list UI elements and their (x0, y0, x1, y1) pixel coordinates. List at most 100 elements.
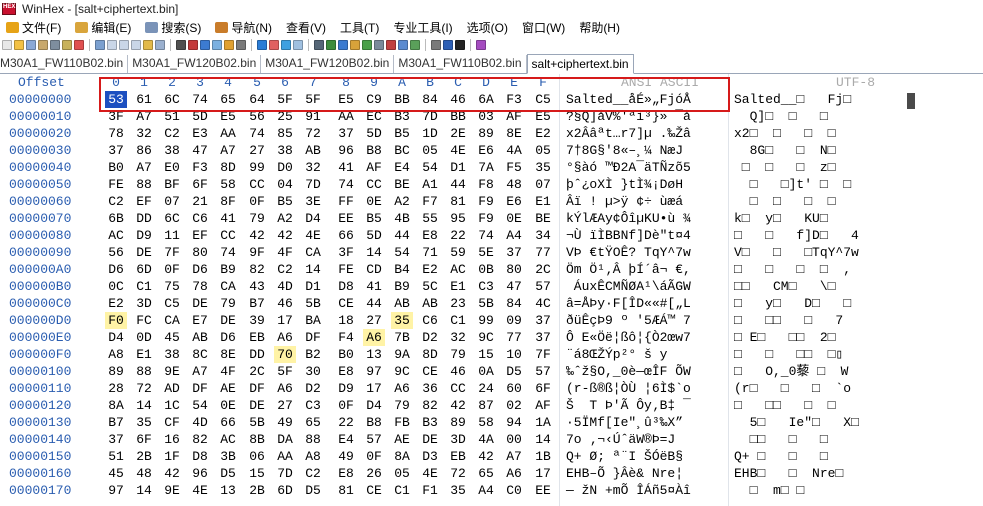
hex-byte[interactable]: 59 (447, 244, 469, 261)
hex-byte[interactable]: DE (246, 397, 268, 414)
hex-byte[interactable]: 8C (189, 346, 211, 363)
hex-byte[interactable]: F3 (189, 159, 211, 176)
hex-byte[interactable]: D4 (105, 329, 127, 346)
hex-byte[interactable]: 36 (419, 380, 441, 397)
hex-byte[interactable]: 4E (447, 142, 469, 159)
hex-byte[interactable]: 32 (302, 159, 324, 176)
hex-byte[interactable]: 60 (503, 380, 525, 397)
hex-byte[interactable]: B8 (363, 414, 385, 431)
hex-byte[interactable]: 7F (161, 244, 183, 261)
hex-byte[interactable]: A8 (302, 448, 324, 465)
hex-byte[interactable]: B4 (391, 261, 413, 278)
tab-active-file[interactable]: salt+ciphertext.bin (526, 54, 634, 74)
hex-byte[interactable]: B9 (391, 278, 413, 295)
hex-byte[interactable]: C6 (189, 210, 211, 227)
hex-byte[interactable]: B0 (335, 346, 357, 363)
hex-byte[interactable]: C5 (161, 295, 183, 312)
hex-byte[interactable]: 9F (246, 244, 268, 261)
utf8-text[interactable]: Q]□ □ □ (734, 108, 828, 125)
utf8-text[interactable]: □ E□ □□ 2□ (734, 329, 835, 346)
hex-byte[interactable]: 79 (391, 397, 413, 414)
hex-byte[interactable]: 42 (246, 227, 268, 244)
hex-byte[interactable]: D9 (335, 380, 357, 397)
utf8-text[interactable]: V□ □ □TqY^7w (734, 244, 859, 261)
utf8-text[interactable]: □ □ □ □ (734, 193, 836, 210)
ansi-text[interactable]: — žN +mÕ ÎÁñ5¤Àî (566, 482, 691, 499)
ansi-text[interactable]: VÞ €tŸOÊ? TqY^7w (566, 244, 691, 261)
hex-byte[interactable]: 07 (532, 176, 554, 193)
tab-file[interactable]: M30A1_FW110B02.bin (0, 55, 129, 73)
hex-byte[interactable]: B5 (391, 125, 413, 142)
hex-byte[interactable]: A7 (133, 159, 155, 176)
ansi-text[interactable]: (r-ß®ß¦ÒÙ ¦6Ì$`o (566, 380, 691, 397)
hex-byte[interactable]: D6 (105, 261, 127, 278)
hex-byte[interactable]: D9 (133, 227, 155, 244)
hex-byte[interactable]: 72 (302, 125, 324, 142)
hex-byte[interactable]: DA (274, 431, 296, 448)
hex-byte[interactable]: CC (246, 176, 268, 193)
hex-byte[interactable]: E2 (532, 125, 554, 142)
hex-byte[interactable]: 16 (161, 431, 183, 448)
hex-byte[interactable]: 8E (503, 125, 525, 142)
hex-byte[interactable]: 26 (363, 465, 385, 482)
hex-byte[interactable]: 66 (217, 414, 239, 431)
hex-byte[interactable]: 23 (447, 295, 469, 312)
ansi-text[interactable]: ¬Ù ïÌBBNf]Dè"t¤4 (566, 227, 691, 244)
hex-byte[interactable]: CA (161, 312, 183, 329)
hex-byte[interactable]: D4 (363, 397, 385, 414)
hex-byte[interactable]: 32 (133, 125, 155, 142)
hex-byte[interactable]: 79 (246, 210, 268, 227)
hex-byte[interactable]: DE (217, 312, 239, 329)
hex-byte[interactable]: C3 (475, 278, 497, 295)
hex-byte[interactable]: E6 (475, 142, 497, 159)
hex-byte[interactable]: 81 (447, 193, 469, 210)
toolbar-button-icon[interactable] (107, 40, 117, 50)
hex-byte[interactable]: CA (302, 244, 324, 261)
hex-byte[interactable]: E6 (503, 193, 525, 210)
hex-byte[interactable]: 74 (217, 244, 239, 261)
hex-byte[interactable]: 0B (475, 261, 497, 278)
hex-byte[interactable]: 7B (391, 329, 413, 346)
toolbar-button-icon[interactable] (176, 40, 186, 50)
hex-byte[interactable]: 0F (246, 193, 268, 210)
hex-byte[interactable]: A6 (503, 465, 525, 482)
hex-byte[interactable]: 32 (447, 329, 469, 346)
hex-byte[interactable]: 9E (161, 363, 183, 380)
menu-help[interactable]: 帮助(H) (573, 19, 628, 36)
hex-byte[interactable]: 4F (217, 363, 239, 380)
ansi-text[interactable]: 7†8G§'8«–¸¼ NæJ (566, 142, 691, 159)
hex-byte[interactable]: D5 (217, 465, 239, 482)
utf8-text[interactable]: □□ CM□ \□ (734, 278, 835, 295)
ansi-text[interactable]: EHB–Õ }Âè& Nre¦ (566, 465, 691, 482)
hex-byte[interactable]: 82 (246, 261, 268, 278)
hex-byte[interactable]: 44 (363, 295, 385, 312)
hex-byte[interactable]: 5B (246, 414, 268, 431)
utf8-text[interactable]: □ y□ D□ □ (734, 295, 851, 312)
hex-byte[interactable]: 54 (189, 397, 211, 414)
hex-byte[interactable]: 89 (475, 125, 497, 142)
utf8-text[interactable]: 8G□ □ N□ (734, 142, 836, 159)
hex-byte[interactable]: 35 (391, 312, 413, 329)
toolbar-button-icon[interactable] (431, 40, 441, 50)
hex-byte[interactable]: 0E (217, 397, 239, 414)
hex-byte[interactable]: 14 (302, 261, 324, 278)
ansi-text[interactable]: ¨á8ŒŽÝp²° š y (566, 346, 691, 363)
ansi-text[interactable]: Âï ! µ>ÿ ¢÷ ùæá (566, 193, 683, 210)
toolbar-button-icon[interactable] (2, 40, 12, 50)
hex-byte[interactable]: 86 (133, 142, 155, 159)
hex-byte[interactable]: DE (133, 244, 155, 261)
hex-byte[interactable]: 14 (133, 482, 155, 499)
hex-byte[interactable]: 42 (274, 227, 296, 244)
toolbar-button-icon[interactable] (95, 40, 105, 50)
hex-byte[interactable]: 78 (189, 278, 211, 295)
hex-byte[interactable]: FB (391, 414, 413, 431)
hex-byte[interactable]: E2 (105, 295, 127, 312)
ansi-text[interactable]: ðüÊçÞ9 º '5ÆÁ™ 7 (566, 312, 691, 329)
menu-pro-tools[interactable]: 专业工具(I) (387, 19, 460, 36)
hex-byte[interactable]: 74 (246, 125, 268, 142)
hex-byte[interactable]: D6 (217, 329, 239, 346)
toolbar-button-icon[interactable] (50, 40, 60, 50)
hex-byte[interactable]: AB (419, 295, 441, 312)
hex-byte[interactable]: 6F (133, 431, 155, 448)
hex-byte[interactable]: 57 (532, 278, 554, 295)
